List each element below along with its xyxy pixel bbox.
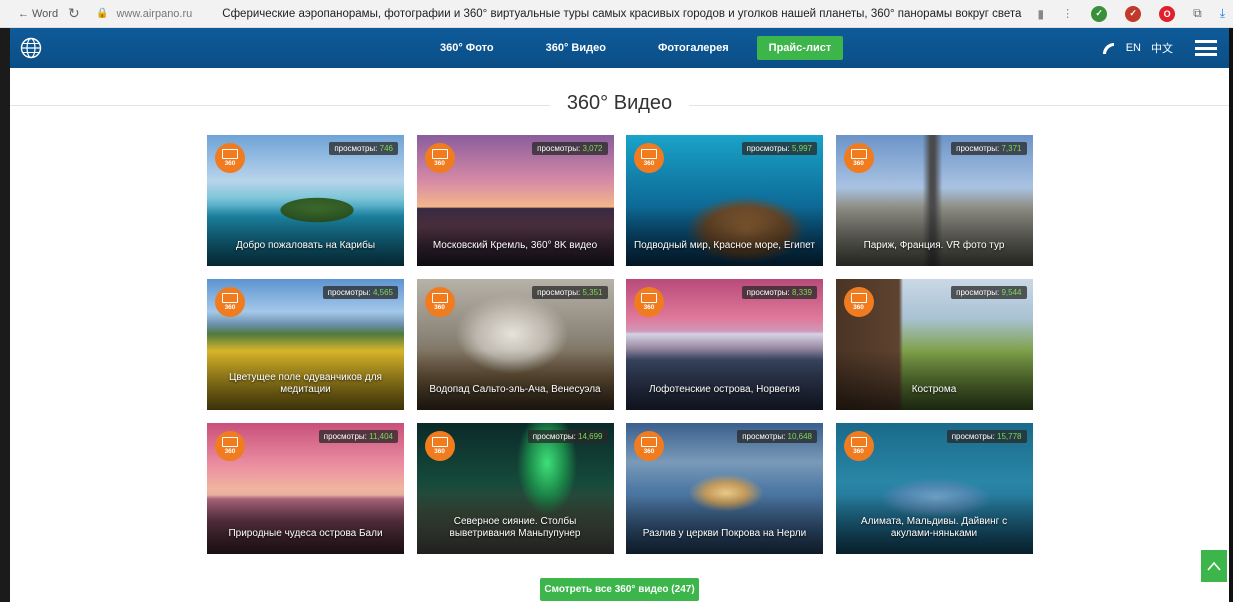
lock-icon: 🔒 — [96, 8, 109, 19]
360-badge-icon: 360 — [843, 287, 874, 317]
video-card[interactable]: 360 просмотры: 7,371 Париж, Франция. VR … — [835, 135, 1033, 266]
360-badge-icon: 360 — [634, 143, 664, 173]
video-card[interactable]: 360 просмотры: 5,351 Водопад Сальто-эль-… — [416, 279, 614, 410]
card-title: Алимата, Мальдивы. Дайвинг с акулами-нян… — [860, 516, 1008, 539]
360-badge-icon: 360 — [424, 431, 455, 461]
views-counter: просмотры: 3,072 — [532, 142, 608, 155]
video-card[interactable]: 360 просмотры: 11,404 Природные чудеса о… — [207, 423, 404, 554]
chevron-up-icon — [1207, 561, 1221, 571]
header-tools: EN 中文 — [1100, 28, 1217, 68]
price-list-button[interactable]: Прайс-лист — [756, 36, 844, 60]
hamburger-icon[interactable] — [1195, 40, 1217, 56]
scroll-to-top-button[interactable] — [1201, 550, 1227, 582]
views-counter: просмотры: 5,351 — [532, 286, 608, 299]
views-counter: просмотры: 11,404 — [318, 430, 398, 443]
views-counter: просмотры: 5,997 — [741, 142, 817, 155]
globe-icon[interactable] — [20, 37, 42, 59]
card-title: Природные чудеса острова Бали — [228, 528, 383, 539]
site-header: 360° Фото 360° Видео Фотогалерея Прайс-л… — [10, 28, 1229, 68]
video-card[interactable]: 360 просмотры: 8,339 Лофотенские острова… — [626, 279, 823, 410]
video-grid: 360 просмотры: 746 Добро пожаловать на К… — [207, 135, 1033, 554]
card-title: Подводный мир, Красное море, Египет — [633, 240, 815, 251]
main-nav: 360° Фото 360° Видео Фотогалерея Прайс-л… — [440, 28, 844, 68]
video-card[interactable]: 360 просмотры: 15,778 Алимата, Мальдивы.… — [835, 423, 1033, 554]
video-card[interactable]: 360 просмотры: 9,544 Кострома — [835, 279, 1033, 410]
phone-icon[interactable] — [1100, 40, 1116, 56]
views-counter: просмотры: 7,371 — [951, 142, 1027, 155]
360-badge-icon: 360 — [424, 287, 455, 317]
browser-toolbar: ← Word ↻ 🔒 www.airpano.ru Сферические аэ… — [0, 0, 1233, 28]
video-card[interactable]: 360 просмотры: 3,072 Московский Кремль, … — [416, 135, 614, 266]
translate-icon[interactable]: ⧉ — [1193, 6, 1202, 21]
360-badge-icon: 360 — [215, 431, 245, 461]
video-card[interactable]: 360 просмотры: 5,997 Подводный мир, Крас… — [626, 135, 823, 266]
360-badge-icon: 360 — [634, 287, 664, 317]
view-all-videos-button[interactable]: Смотреть все 360° видео (247) — [540, 578, 699, 601]
views-counter: просмотры: 8,339 — [741, 286, 817, 299]
360-badge-icon: 360 — [634, 431, 664, 461]
back-arrow-icon: ← — [18, 7, 29, 20]
card-title: Северное сияние. Столбы выветривания Ман… — [449, 516, 581, 539]
reload-icon[interactable]: ↻ — [68, 5, 84, 22]
opera-icon[interactable]: O — [1159, 5, 1176, 22]
page: 360° Фото 360° Видео Фотогалерея Прайс-л… — [10, 28, 1229, 602]
360-badge-icon: 360 — [424, 143, 455, 173]
card-title: Водопад Сальто-эль-Ача, Венесуэла — [429, 384, 601, 395]
views-counter: просмотры: 10,648 — [737, 430, 817, 443]
nav-photo[interactable]: 360° Фото — [440, 42, 494, 54]
bookmark-icon[interactable]: ▮ — [1038, 7, 1045, 21]
video-card[interactable]: 360 просмотры: 746 Добро пожаловать на К… — [207, 135, 404, 266]
nav-video[interactable]: 360° Видео — [546, 42, 606, 54]
card-title: Кострома — [911, 384, 957, 395]
card-title: Разлив у церкви Покрова на Нерли — [642, 528, 807, 539]
360-badge-icon: 360 — [215, 143, 245, 173]
card-title: Лофотенские острова, Норвегия — [649, 384, 800, 395]
scrollbar[interactable] — [1229, 28, 1233, 602]
360-badge-icon: 360 — [843, 143, 874, 173]
views-counter: просмотры: 4,565 — [322, 286, 398, 299]
back-button[interactable]: ← Word — [18, 8, 58, 20]
card-title: Московский Кремль, 360° 8K видео — [432, 240, 598, 251]
address-bar[interactable]: www.airpano.ru — [116, 8, 192, 20]
card-title: Цветущее поле одуванчиков для медитации — [229, 372, 382, 395]
section-title: 360° Видео — [556, 92, 683, 115]
download-icon[interactable]: ⤓ — [1220, 6, 1225, 21]
views-counter: просмотры: 9,544 — [951, 286, 1027, 299]
video-card[interactable]: 360 просмотры: 14,699 Северное сияние. С… — [416, 423, 614, 554]
divider — [689, 105, 1229, 106]
extension-icon[interactable]: ✓ — [1091, 5, 1108, 22]
menu-dots-icon[interactable]: ⋮ — [1062, 7, 1073, 20]
lang-en[interactable]: EN — [1126, 42, 1141, 54]
page-title-bar: Сферические аэропанорамы, фотографии и 3… — [222, 7, 1022, 20]
views-counter: просмотры: 746 — [329, 142, 398, 155]
card-title: Добро пожаловать на Карибы — [235, 240, 376, 251]
extension-icon[interactable]: ✓ — [1125, 5, 1142, 22]
section-heading: 360° Видео — [10, 92, 1229, 115]
video-card[interactable]: 360 просмотры: 10,648 Разлив у церкви По… — [626, 423, 823, 554]
360-badge-icon: 360 — [215, 287, 245, 317]
lang-zh[interactable]: 中文 — [1151, 40, 1173, 56]
views-counter: просмотры: 14,699 — [527, 430, 608, 443]
views-counter: просмотры: 15,778 — [946, 430, 1027, 443]
back-label: Word — [32, 7, 59, 20]
video-card[interactable]: 360 просмотры: 4,565 Цветущее поле одува… — [207, 279, 404, 410]
360-badge-icon: 360 — [843, 431, 874, 461]
divider — [10, 105, 550, 106]
card-title: Париж, Франция. VR фото тур — [863, 240, 1005, 251]
nav-gallery[interactable]: Фотогалерея — [658, 42, 729, 54]
